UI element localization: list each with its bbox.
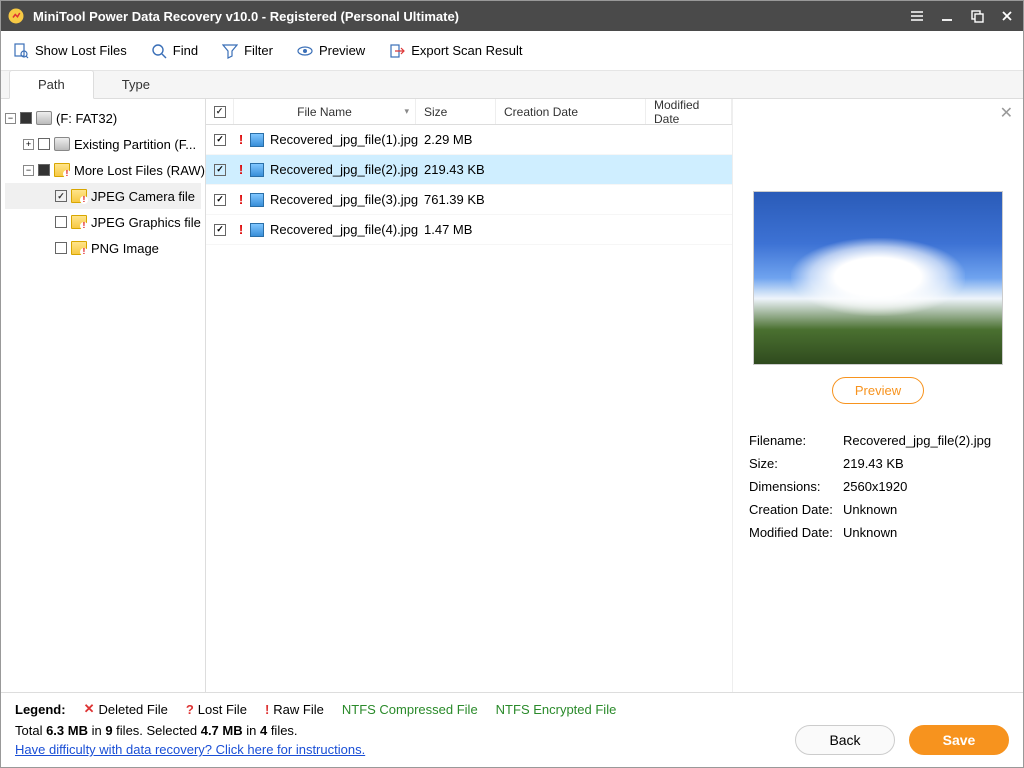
tree-png-image[interactable]: PNG Image [5,235,201,261]
file-size: 2.29 MB [416,132,496,147]
preview-image [753,191,1003,365]
legend-deleted: ✕Deleted File [84,701,168,717]
row-checkbox[interactable] [214,194,226,206]
row-checkbox[interactable] [214,224,226,236]
close-preview-icon[interactable]: ✕ [1000,103,1013,123]
file-size: 761.39 KB [416,192,496,207]
legend-ntfs-compressed: NTFS Compressed File [342,702,478,717]
collapse-icon[interactable]: − [5,113,16,124]
tree-checkbox[interactable] [55,242,67,254]
legend-raw: !Raw File [265,702,324,717]
meta-creation-date: Unknown [843,499,1007,520]
raw-file-icon: ! [238,222,244,237]
save-button[interactable]: Save [909,725,1009,755]
folder-alert-icon [54,163,70,177]
stats: Total 6.3 MB in 9 files. Selected 4.7 MB… [15,723,795,738]
jpg-file-icon [250,133,264,147]
file-name: Recovered_jpg_file(2).jpg [270,162,418,177]
row-checkbox[interactable] [214,134,226,146]
tab-type[interactable]: Type [94,71,178,98]
folder-alert-icon [71,189,87,203]
drive-icon [36,111,52,125]
jpg-file-icon [250,163,264,177]
tree-existing-partition[interactable]: + Existing Partition (F... [5,131,201,157]
file-name: Recovered_jpg_file(4).jpg [270,222,418,237]
jpg-file-icon [250,193,264,207]
minimize-icon[interactable] [937,6,957,26]
column-check[interactable] [206,99,234,124]
file-row[interactable]: ! Recovered_jpg_file(4).jpg1.47 MB [206,215,732,245]
tree-jpeg-camera[interactable]: JPEG Camera file [5,183,201,209]
menu-icon[interactable] [907,6,927,26]
file-row[interactable]: ! Recovered_jpg_file(2).jpg219.43 KB [206,155,732,185]
tree-checkbox[interactable] [38,164,50,176]
file-row[interactable]: ! Recovered_jpg_file(3).jpg761.39 KB [206,185,732,215]
drive-icon [54,137,70,151]
file-list-header: File Name▾ Size Creation Date Modified D… [206,99,732,125]
row-checkbox[interactable] [214,164,226,176]
meta-modified-date: Unknown [843,522,1007,543]
folder-tree: − (F: FAT32) + Existing Partition (F... … [1,99,206,692]
select-all-checkbox[interactable] [214,106,226,118]
tab-path[interactable]: Path [9,70,94,99]
tree-more-lost-files[interactable]: − More Lost Files (RAW) [5,157,201,183]
column-filename[interactable]: File Name▾ [234,99,416,124]
tree-checkbox[interactable] [38,138,50,150]
tree-checkbox[interactable] [20,112,32,124]
column-size[interactable]: Size [416,99,496,124]
legend: Legend: ✕Deleted File ?Lost File !Raw Fi… [15,701,795,717]
open-preview-button[interactable]: Preview [832,377,924,404]
collapse-icon[interactable]: − [23,165,34,176]
maximize-icon[interactable] [967,6,987,26]
app-icon [7,7,25,25]
eye-icon [297,43,313,59]
close-icon[interactable] [997,6,1017,26]
tree-root-drive[interactable]: − (F: FAT32) [5,105,201,131]
expand-icon[interactable]: + [23,139,34,150]
folder-alert-icon [71,215,87,229]
toolbar: Show Lost Files Find Filter Preview Expo… [1,31,1023,71]
view-tabs: Path Type [1,71,1023,99]
titlebar: MiniTool Power Data Recovery v10.0 - Reg… [1,1,1023,31]
tree-checkbox[interactable] [55,190,67,202]
folder-alert-icon [71,241,87,255]
file-search-icon [13,43,29,59]
file-size: 1.47 MB [416,222,496,237]
find-button[interactable]: Find [151,43,198,59]
export-scan-result-button[interactable]: Export Scan Result [389,43,522,59]
file-row[interactable]: ! Recovered_jpg_file(1).jpg2.29 MB [206,125,732,155]
legend-lost: ?Lost File [186,702,247,717]
legend-ntfs-encrypted: NTFS Encrypted File [496,702,617,717]
meta-size: 219.43 KB [843,453,1007,474]
jpg-file-icon [250,223,264,237]
preview-pane: ✕ Preview Filename:Recovered_jpg_file(2)… [733,99,1023,692]
meta-filename: Recovered_jpg_file(2).jpg [843,430,1007,451]
raw-file-icon: ! [238,132,244,147]
file-name: Recovered_jpg_file(3).jpg [270,192,418,207]
column-creation-date[interactable]: Creation Date [496,99,646,124]
raw-file-icon: ! [238,162,244,177]
file-list: File Name▾ Size Creation Date Modified D… [206,99,733,692]
sort-caret-icon: ▾ [404,106,409,117]
preview-metadata: Filename:Recovered_jpg_file(2).jpg Size:… [747,428,1009,545]
filter-button[interactable]: Filter [222,43,273,59]
window-title: MiniTool Power Data Recovery v10.0 - Reg… [33,9,897,24]
export-icon [389,43,405,59]
footer: Legend: ✕Deleted File ?Lost File !Raw Fi… [1,692,1023,767]
file-size: 219.43 KB [416,162,496,177]
help-link[interactable]: Have difficulty with data recovery? Clic… [15,742,365,757]
search-icon [151,43,167,59]
back-button[interactable]: Back [795,725,895,755]
meta-dimensions: 2560x1920 [843,476,1007,497]
raw-file-icon: ! [238,192,244,207]
preview-button[interactable]: Preview [297,43,365,59]
show-lost-files-button[interactable]: Show Lost Files [13,43,127,59]
tree-checkbox[interactable] [55,216,67,228]
tree-jpeg-graphics[interactable]: JPEG Graphics file [5,209,201,235]
column-modified-date[interactable]: Modified Date [646,99,732,124]
funnel-icon [222,43,238,59]
file-name: Recovered_jpg_file(1).jpg [270,132,418,147]
